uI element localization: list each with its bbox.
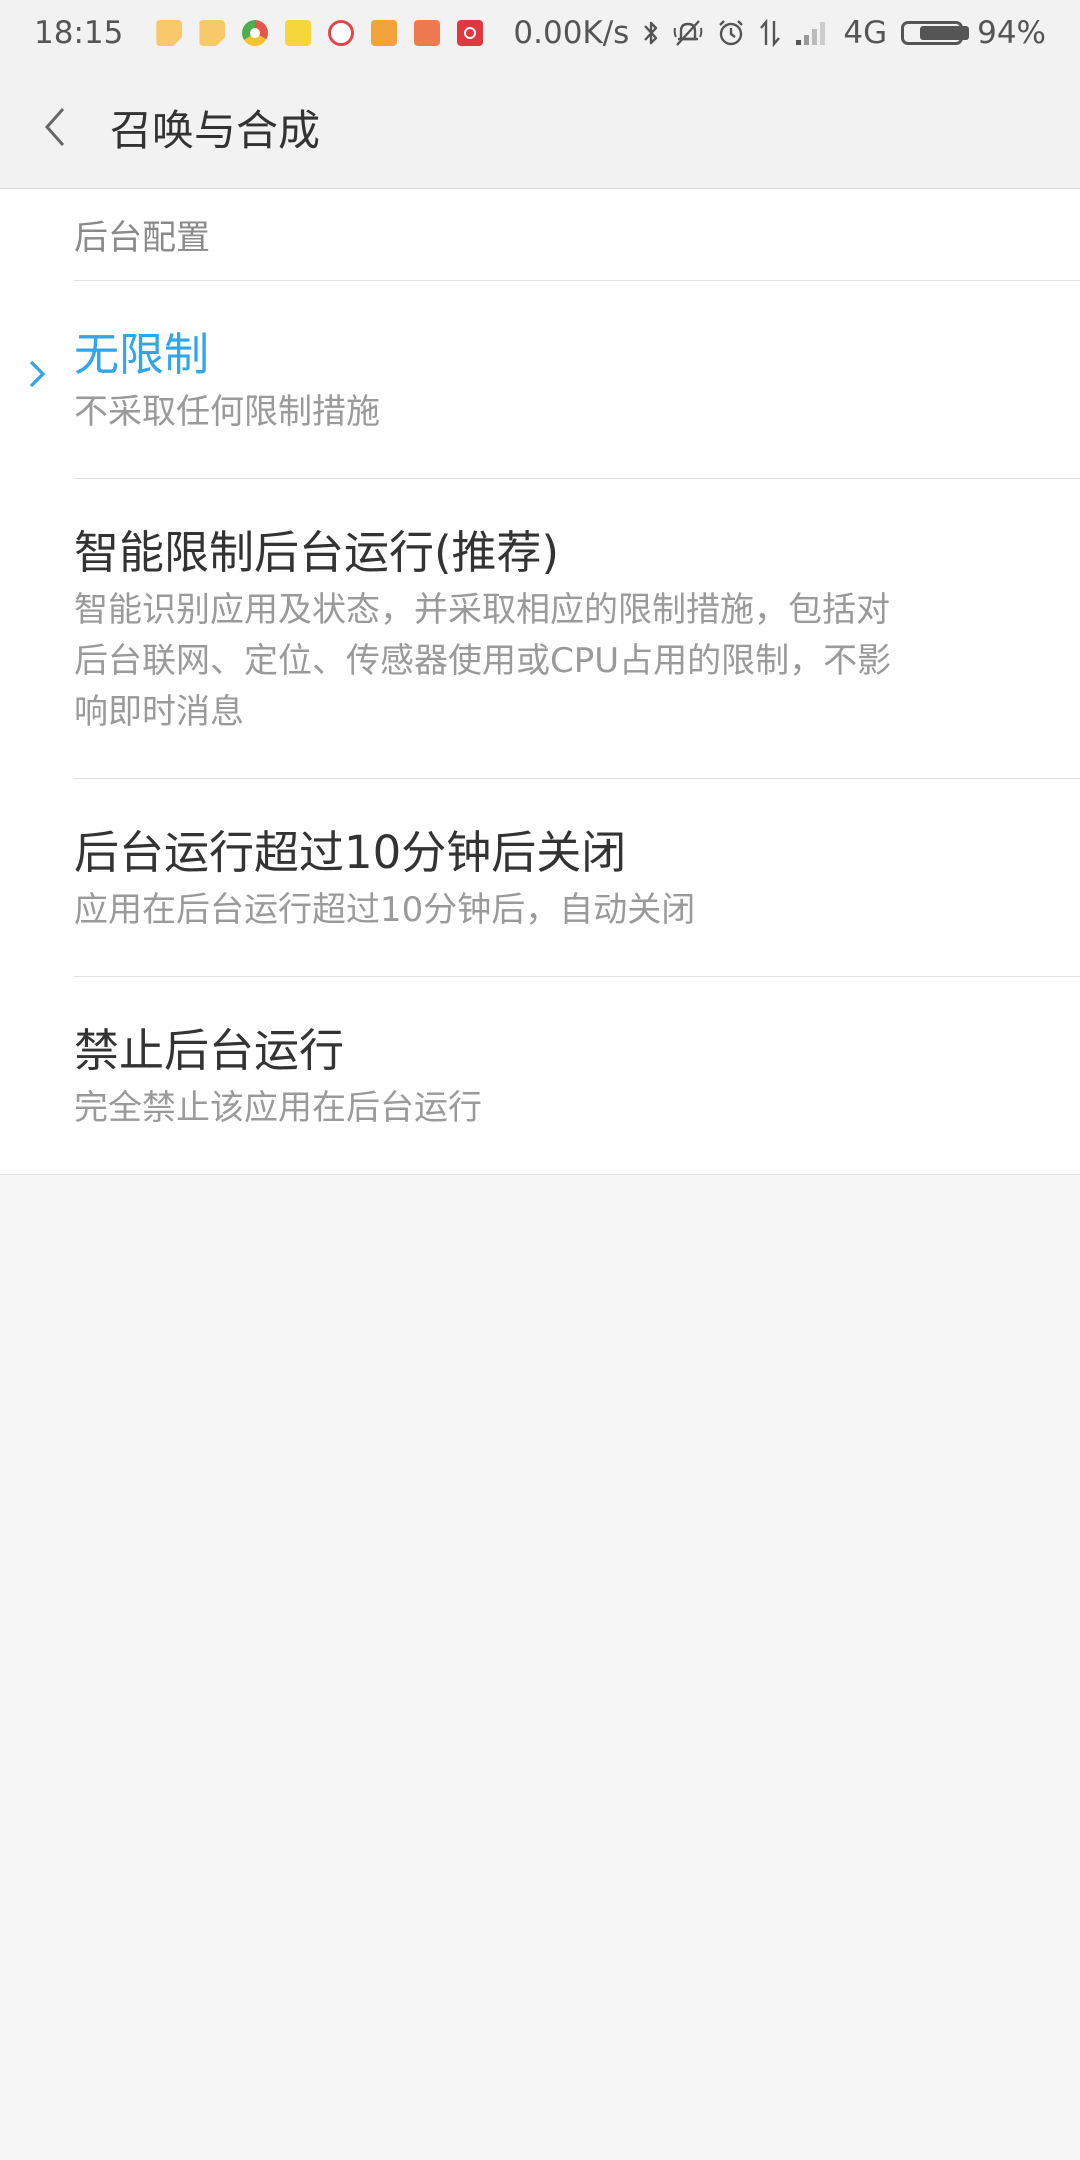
option-title: 禁止后台运行 bbox=[74, 1024, 345, 1077]
network-type: 4G bbox=[843, 15, 888, 51]
status-time: 18:15 bbox=[34, 15, 124, 51]
option-title: 无限制 bbox=[74, 328, 210, 381]
note-icon bbox=[199, 20, 226, 46]
option-desc: 应用在后台运行超过10分钟后，自动关闭 bbox=[74, 890, 696, 930]
section-header: 后台配置 bbox=[74, 189, 1080, 281]
note-icon bbox=[156, 20, 183, 46]
battery-icon bbox=[901, 21, 969, 45]
app-icon bbox=[328, 20, 355, 46]
app-icon bbox=[371, 20, 398, 46]
net-speed: 0.00K/s bbox=[513, 15, 630, 51]
netease-icon bbox=[457, 20, 484, 46]
alarm-icon bbox=[717, 19, 745, 47]
option-smart-restrict[interactable]: 智能限制后台运行(推荐) 智能识别应用及状态，并采取相应的限制措施，包括对后台联… bbox=[74, 479, 1080, 779]
title-bar: 召唤与合成 bbox=[0, 66, 1080, 189]
selected-chevron-icon bbox=[28, 359, 46, 393]
status-bar: 18:15 0.00K/s 4G 94% bbox=[0, 0, 1080, 66]
battery-fill bbox=[920, 26, 969, 40]
option-forbid-background[interactable]: 禁止后台运行 完全禁止该应用在后台运行 bbox=[74, 977, 1080, 1174]
page-title: 召唤与合成 bbox=[110, 105, 321, 155]
data-transfer-icon bbox=[759, 19, 781, 47]
option-desc: 不采取任何限制措施 bbox=[74, 392, 380, 432]
option-close-after-10-min[interactable]: 后台运行超过10分钟后关闭 应用在后台运行超过10分钟后，自动关闭 bbox=[74, 779, 1080, 977]
option-unrestricted[interactable]: 无限制 不采取任何限制措施 bbox=[29, 281, 1080, 479]
option-title: 智能限制后台运行(推荐) bbox=[74, 526, 560, 579]
bluetooth-icon bbox=[643, 19, 659, 47]
option-title: 后台运行超过10分钟后关闭 bbox=[74, 826, 627, 879]
chevron-left-icon bbox=[44, 108, 65, 146]
status-left: 18:15 bbox=[34, 15, 484, 51]
background-config-list: 后台配置 无限制 不采取任何限制措施 智能限制后台运行(推荐) 智能识别应用及状… bbox=[0, 189, 1080, 1175]
option-desc: 完全禁止该应用在后台运行 bbox=[74, 1088, 482, 1128]
app-icon bbox=[285, 20, 312, 46]
battery-percent: 94% bbox=[977, 15, 1046, 51]
taobao-icon bbox=[414, 20, 441, 46]
mute-icon bbox=[673, 19, 703, 47]
signal-icon bbox=[795, 20, 829, 46]
status-right: 0.00K/s 4G 94% bbox=[499, 15, 1046, 51]
option-desc: 智能识别应用及状态，并采取相应的限制措施，包括对后台联网、定位、传感器使用或CP… bbox=[74, 590, 892, 732]
back-button[interactable] bbox=[0, 66, 110, 189]
chrome-icon bbox=[242, 20, 269, 46]
